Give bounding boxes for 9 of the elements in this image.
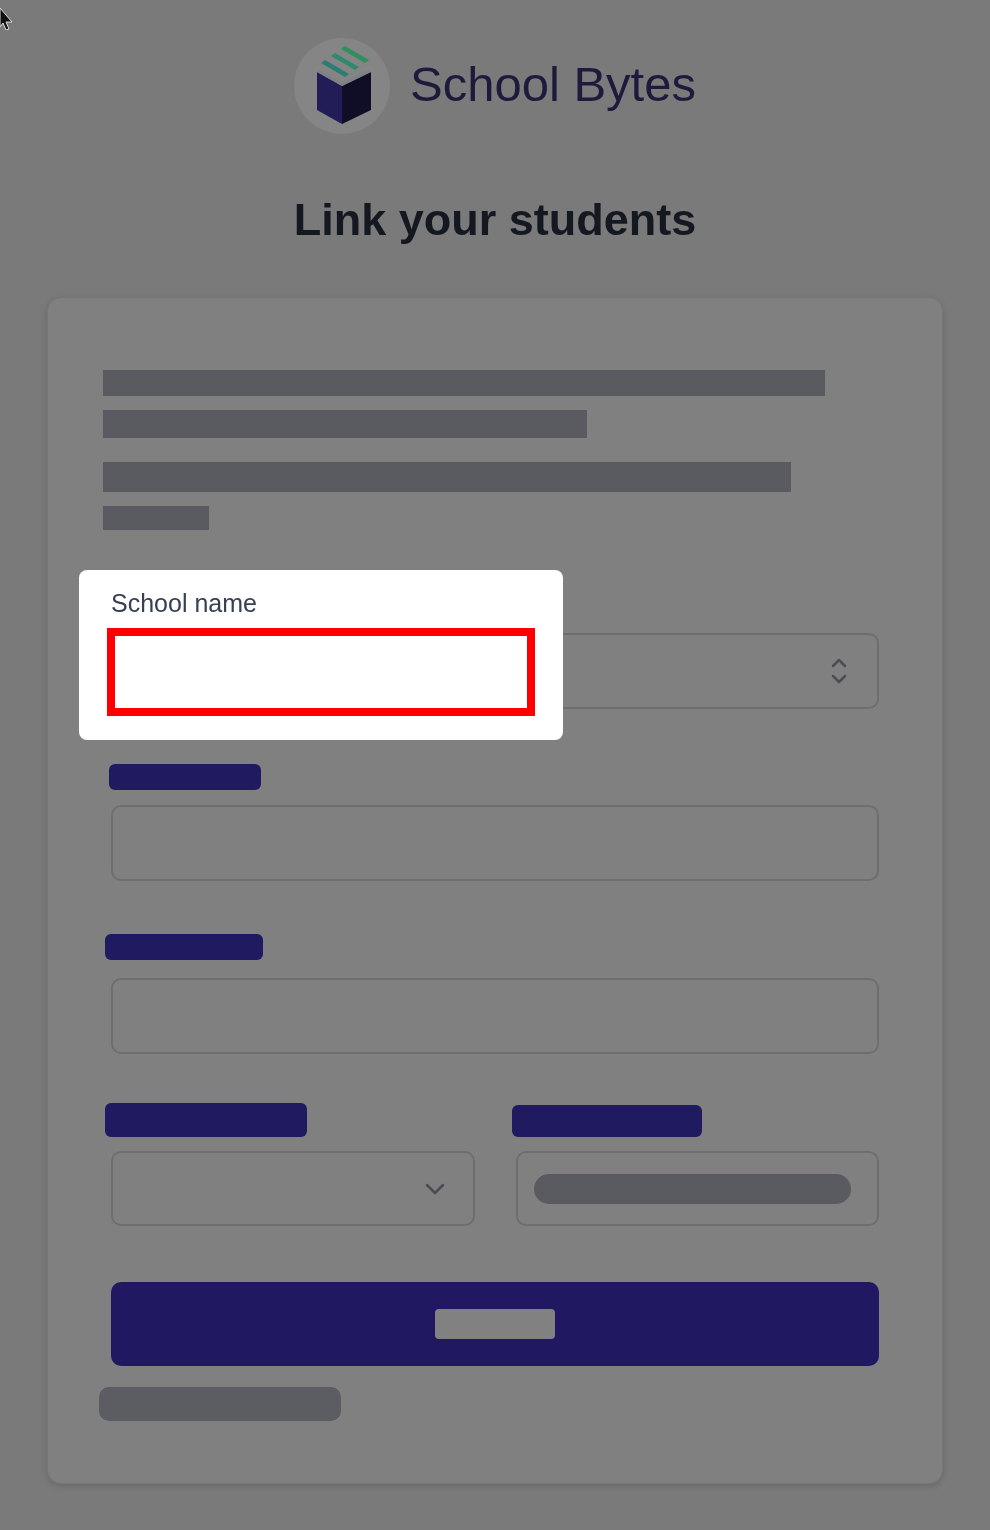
page-heading: Link your students (293, 194, 697, 246)
up-down-chevron-icon (831, 657, 847, 685)
brand-name: School Bytes (410, 59, 696, 113)
input-field[interactable] (515, 1151, 879, 1226)
field-label: School name (111, 588, 258, 618)
input-field[interactable] (107, 628, 535, 716)
submit-button[interactable] (111, 1282, 879, 1366)
chevron-down-icon (424, 1182, 445, 1195)
input-field[interactable] (111, 1151, 475, 1226)
